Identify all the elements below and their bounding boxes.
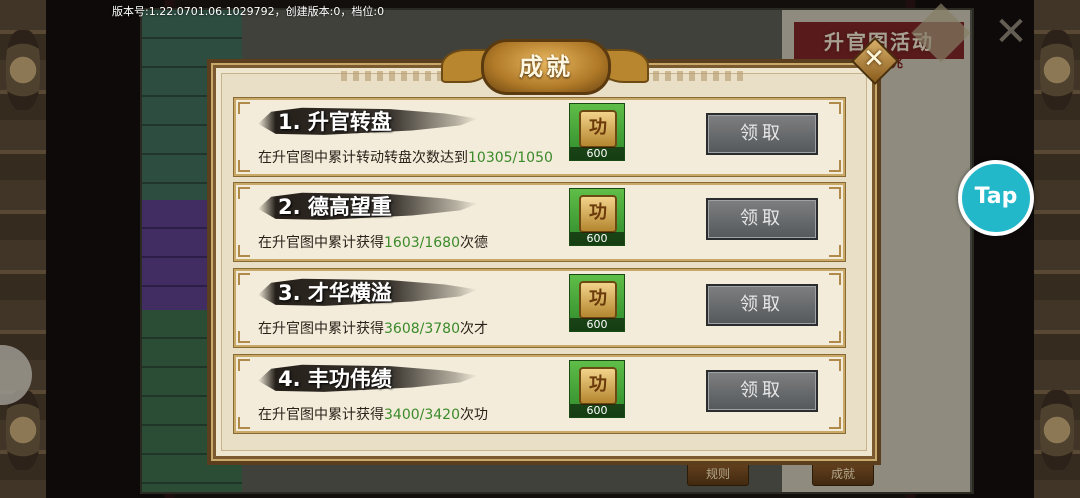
desc-prefix: 在升官图中累计获得 <box>258 235 384 251</box>
card-corner <box>829 273 841 285</box>
card-corner <box>238 273 250 285</box>
achievement-title: 2. 德高望重 <box>278 195 392 219</box>
desc-suffix: 次德 <box>459 235 488 251</box>
achievement-title: 3. 才华横溢 <box>278 281 392 305</box>
claim-button[interactable]: 领取 <box>706 198 818 240</box>
card-corner <box>238 102 250 114</box>
card-corner <box>829 160 841 172</box>
card-corner <box>238 187 250 199</box>
close-button[interactable]: ✕ <box>850 36 900 86</box>
achievement-progress: 3608/3780 <box>384 321 460 337</box>
reward-amount: 600 <box>570 404 624 417</box>
reward-item[interactable]: 功 600 <box>569 274 625 332</box>
card-corner <box>238 417 250 429</box>
card-corner <box>238 359 250 371</box>
claim-button[interactable]: 领取 <box>706 370 818 412</box>
dialog-title-plaque: 成就 <box>441 39 649 95</box>
version-status-text: 版本号:1.22.0701.06.1029792，创建版本:0，档位:0 <box>112 5 385 18</box>
reward-item[interactable]: 功 600 <box>569 188 625 246</box>
merit-seal-icon: 功 <box>579 195 617 233</box>
claim-button[interactable]: 领取 <box>706 113 818 155</box>
achievement-description: 在升官图中累计转动转盘次数达到10305/1050 <box>258 147 553 167</box>
card-corner <box>829 359 841 371</box>
card-corner <box>829 245 841 257</box>
reward-item[interactable]: 功 600 <box>569 360 625 418</box>
close-icon: ✕ <box>863 44 885 74</box>
claim-button[interactable]: 领取 <box>706 284 818 326</box>
card-corner <box>238 331 250 343</box>
card-corner <box>829 331 841 343</box>
achievement-progress: 3400/3420 <box>384 407 460 423</box>
reward-amount: 600 <box>570 318 624 331</box>
achievement-progress: 1603/1680 <box>384 235 460 251</box>
tap-floating-button[interactable]: Tap <box>958 160 1034 236</box>
desc-suffix: 次才 <box>459 321 488 337</box>
card-corner <box>829 417 841 429</box>
achievement-title: 1. 升官转盘 <box>278 110 392 134</box>
reward-item[interactable]: 功 600 <box>569 103 625 161</box>
card-corner <box>829 187 841 199</box>
card-corner <box>238 160 250 172</box>
achievement-card-1: 1. 升官转盘 在升官图中累计转动转盘次数达到10305/1050 功 600 … <box>234 98 845 176</box>
card-corner <box>238 245 250 257</box>
reward-amount: 600 <box>570 147 624 160</box>
merit-seal-icon: 功 <box>579 367 617 405</box>
achievement-card-2: 2. 德高望重 在升官图中累计获得1603/1680次德 功 600 领取 <box>234 183 845 261</box>
desc-suffix: 次功 <box>459 407 488 423</box>
achievement-description: 在升官图中累计获得1603/1680次德 <box>258 232 488 252</box>
achievement-card-3: 3. 才华横溢 在升官图中累计获得3608/3780次才 功 600 领取 <box>234 269 845 347</box>
achievement-title: 4. 丰功伟绩 <box>278 367 392 391</box>
dialog-title: 成就 <box>481 39 611 95</box>
desc-prefix: 在升官图中累计转动转盘次数达到 <box>258 150 468 166</box>
reward-amount: 600 <box>570 232 624 245</box>
merit-seal-icon: 功 <box>579 281 617 319</box>
achievement-description: 在升官图中累计获得3400/3420次功 <box>258 404 488 424</box>
desc-prefix: 在升官图中累计获得 <box>258 321 384 337</box>
achievement-progress: 10305/1050 <box>468 150 553 166</box>
achievement-card-4: 4. 丰功伟绩 在升官图中累计获得3400/3420次功 功 600 领取 <box>234 355 845 433</box>
achievement-description: 在升官图中累计获得3608/3780次才 <box>258 318 488 338</box>
card-corner <box>829 102 841 114</box>
desc-prefix: 在升官图中累计获得 <box>258 407 384 423</box>
merit-seal-icon: 功 <box>579 110 617 148</box>
